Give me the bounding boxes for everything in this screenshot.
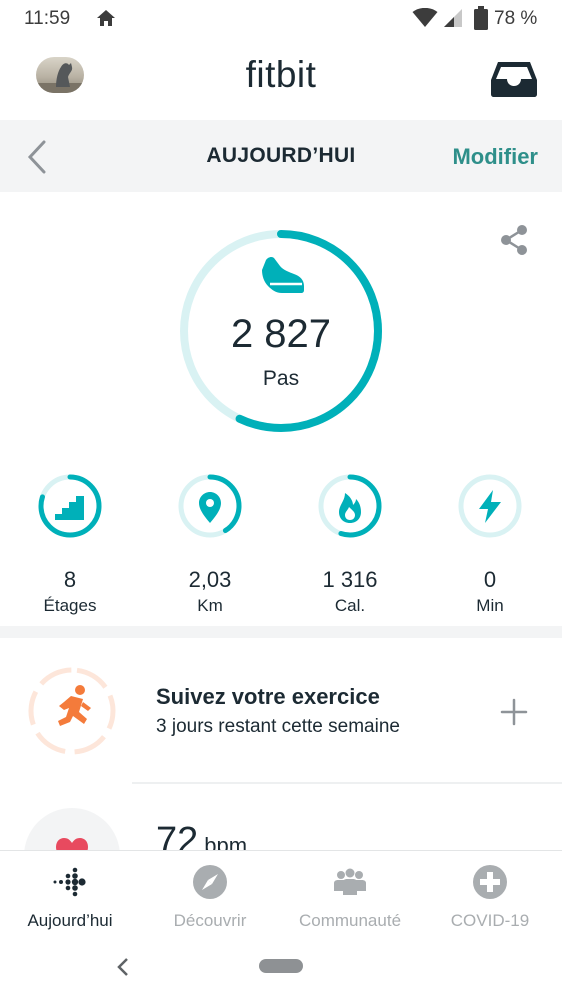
app-title: fitbit [245, 54, 317, 95]
nav-today[interactable]: Aujourd’hui [0, 863, 140, 931]
add-exercise-button[interactable] [496, 694, 532, 730]
stat-active-minutes-value: 0 [483, 567, 497, 592]
stat-distance-label: Km [197, 596, 223, 615]
shoe-icon [262, 256, 304, 293]
active-minutes-progress-ring [458, 474, 522, 538]
status-bar: 11:59 78 % [0, 0, 562, 38]
lightning-icon [479, 490, 501, 523]
bottom-nav: Aujourd’hui Découvrir Communauté COVID-1… [0, 850, 562, 999]
battery-icon [474, 6, 488, 30]
app-header: fitbit [0, 38, 562, 120]
distance-progress-ring [178, 474, 242, 538]
stat-active-minutes-label: Min [476, 596, 504, 615]
stat-active-minutes[interactable]: 0 Min [420, 473, 560, 616]
floors-progress-ring [38, 474, 102, 538]
wifi-icon [412, 8, 438, 27]
status-time: 11:59 [24, 8, 71, 29]
nav-today-label: Aujourd’hui [27, 911, 113, 930]
steps-label: Pas [262, 367, 300, 390]
nav-discover[interactable]: Découvrir [140, 863, 280, 931]
community-icon [334, 868, 366, 895]
stat-distance[interactable]: 2,03 Km [140, 473, 280, 616]
edit-button[interactable]: Modifier [452, 144, 538, 170]
calories-progress-ring [318, 474, 382, 538]
stat-calories-value: 1 316 [322, 567, 378, 592]
running-person-icon [58, 685, 91, 726]
nav-community[interactable]: Communauté [280, 863, 420, 931]
location-pin-icon [199, 492, 221, 523]
exercise-title[interactable]: Suivez votre exercice [156, 684, 380, 710]
plus-cross-icon [473, 865, 507, 899]
share-icon[interactable] [498, 224, 530, 256]
stat-floors-label: Étages [43, 596, 97, 615]
fitbit-dots-icon [53, 867, 86, 897]
card-divider [132, 782, 562, 784]
stat-floors[interactable]: 8 Étages [0, 473, 140, 616]
nav-discover-label: Découvrir [173, 911, 247, 930]
exercise-progress-ring[interactable] [27, 666, 117, 756]
stat-calories-label: Cal. [334, 596, 366, 615]
system-home-pill[interactable] [259, 959, 303, 973]
home-icon [97, 10, 115, 26]
stat-calories[interactable]: 1 316 Cal. [280, 473, 420, 616]
stat-distance-value: 2,03 [188, 567, 232, 592]
date-bar: AUJOURD’HUI Modifier [0, 120, 562, 192]
nav-covid-label: COVID-19 [450, 911, 530, 930]
compass-icon [193, 865, 227, 899]
inbox-icon[interactable] [490, 60, 538, 98]
stat-floors-value: 8 [63, 567, 77, 592]
nav-covid[interactable]: COVID-19 [420, 863, 560, 931]
nav-community-label: Communauté [298, 911, 402, 930]
battery-percent: 78 % [494, 8, 538, 29]
exercise-subtitle: 3 jours restant cette semaine [156, 716, 400, 737]
steps-value: 2 827 [230, 312, 332, 356]
section-divider [0, 626, 562, 638]
stairs-icon [55, 496, 84, 520]
system-back-icon[interactable] [116, 957, 130, 977]
signal-icon [444, 9, 462, 27]
